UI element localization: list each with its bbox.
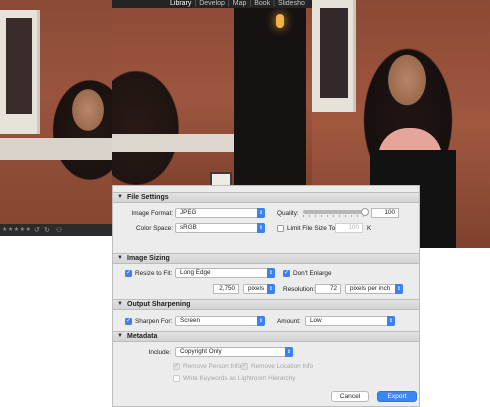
sharpen-for-value: Screen [180, 317, 200, 324]
module-separator: | [249, 0, 252, 7]
remove-location-info-checkbox[interactable]: ✓ [241, 363, 248, 370]
chevron-updown-icon: ⇕ [395, 284, 403, 294]
section-title: Metadata [127, 333, 158, 340]
section-title: File Settings [127, 194, 169, 201]
disclosure-triangle-icon[interactable]: ▼ [117, 194, 123, 200]
module-develop[interactable]: Develop [199, 0, 225, 8]
module-picker: Library | Develop | Map | Book | Slidesho [112, 0, 312, 8]
color-space-select[interactable]: sRGB ⇕ [175, 223, 265, 233]
module-separator: | [194, 0, 197, 7]
image-format-label: Image Format: [131, 210, 173, 217]
limit-file-size-checkbox[interactable] [277, 225, 284, 232]
resolution-unit-select[interactable]: pixels per inch ⇕ [345, 284, 403, 294]
size-unit-select[interactable]: pixels ⇕ [243, 284, 275, 294]
resize-to-fit-label: Resize to Fit: [135, 270, 173, 277]
photo-ledge [0, 138, 112, 160]
sharpen-for-label: Sharpen For: [135, 318, 173, 325]
resize-to-fit-value: Long Edge [180, 269, 211, 276]
section-title: Image Sizing [127, 255, 170, 262]
section-title: Output Sharpening [127, 301, 191, 308]
module-map[interactable]: Map [233, 0, 247, 8]
amount-select[interactable]: Low ⇕ [305, 316, 395, 326]
chevron-updown-icon: ⇕ [267, 268, 275, 278]
module-slideshow[interactable]: Slidesho [278, 0, 305, 8]
photo-window-glass [320, 8, 348, 98]
remove-location-info-label: Remove Location Info [251, 363, 314, 370]
resolution-unit-value: pixels per inch [350, 285, 391, 292]
photo-doorway [234, 8, 306, 188]
chevron-updown-icon: ⇕ [387, 316, 395, 326]
photo-ledge [112, 134, 234, 152]
sharpen-for-checkbox[interactable]: ✓ [125, 318, 132, 325]
photo-left [0, 0, 112, 236]
amount-value: Low [310, 317, 322, 324]
cancel-button[interactable]: Cancel [331, 391, 369, 402]
resize-to-fit-select[interactable]: Long Edge ⇕ [175, 268, 275, 278]
dont-enlarge-checkbox[interactable]: ✓ [283, 270, 290, 277]
export-button[interactable]: Export [377, 391, 417, 402]
quality-slider[interactable] [303, 210, 365, 214]
module-separator: | [273, 0, 275, 7]
disclosure-triangle-icon[interactable]: ▼ [117, 333, 123, 339]
limit-file-size-field[interactable]: 100 [335, 223, 363, 233]
long-edge-size-field[interactable]: 2,750 [213, 284, 239, 294]
section-image-sizing-header[interactable]: ▼ Image Sizing [113, 253, 419, 264]
include-value: Copyright Only [180, 348, 222, 355]
module-separator: | [227, 0, 230, 7]
limit-file-size-unit: K [367, 225, 372, 232]
chevron-updown-icon: ⇕ [285, 347, 293, 357]
disclosure-triangle-icon[interactable]: ▼ [117, 301, 123, 307]
compare-icon[interactable]: ⚇ [56, 226, 62, 234]
section-output-sharpening-header[interactable]: ▼ Output Sharpening [113, 299, 419, 310]
write-keywords-label: Write Keywords as Lightroom Hierarchy [183, 375, 296, 382]
image-format-select[interactable]: JPEG ⇕ [175, 208, 265, 218]
remove-person-info-checkbox[interactable]: ✓ [173, 363, 180, 370]
amount-label: Amount: [277, 318, 301, 325]
chevron-updown-icon: ⇕ [257, 316, 265, 326]
section-file-settings-header[interactable]: ▼ File Settings [113, 192, 419, 203]
quality-slider-fill [303, 210, 365, 214]
color-space-value: sRGB [180, 224, 197, 231]
color-space-label: Color Space: [136, 225, 173, 232]
rating-stars[interactable]: ★★★★★ [2, 226, 31, 233]
limit-file-size-label: Limit File Size To: [287, 225, 337, 232]
quality-label: Quality: [277, 210, 299, 217]
rotate-right-icon[interactable]: ↻ [44, 226, 50, 234]
chevron-updown-icon: ⇕ [257, 208, 265, 218]
chevron-updown-icon: ⇕ [257, 223, 265, 233]
include-select[interactable]: Copyright Only ⇕ [175, 347, 293, 357]
write-keywords-checkbox[interactable] [173, 375, 180, 382]
section-metadata-header[interactable]: ▼ Metadata [113, 331, 419, 342]
export-dialog: ▼ File Settings Image Format: JPEG ⇕ Qua… [112, 185, 420, 407]
module-book[interactable]: Book [254, 0, 270, 8]
size-unit-value: pixels [248, 285, 265, 292]
photo-window-glass [6, 18, 32, 114]
quality-slider-knob[interactable] [361, 208, 369, 216]
resize-to-fit-checkbox[interactable]: ✓ [125, 270, 132, 277]
sharpen-for-select[interactable]: Screen ⇕ [175, 316, 265, 326]
module-library[interactable]: Library [170, 0, 191, 8]
include-label: Include: [148, 349, 171, 356]
filmstrip-toolbar: ★★★★★ ↺ ↻ ⚇ [0, 224, 112, 236]
photo-lamp [276, 14, 284, 28]
chevron-updown-icon: ⇕ [267, 284, 275, 294]
quality-field[interactable]: 100 [371, 208, 399, 218]
quality-slider-ticks [303, 215, 365, 217]
resolution-field[interactable]: 72 [315, 284, 341, 294]
rotate-left-icon[interactable]: ↺ [34, 226, 40, 234]
disclosure-triangle-icon[interactable]: ▼ [117, 255, 123, 261]
image-format-value: JPEG [180, 209, 197, 216]
photo-center [112, 8, 312, 192]
dont-enlarge-label: Don't Enlarge [293, 270, 332, 277]
remove-person-info-label: Remove Person Info [183, 363, 242, 370]
resolution-label: Resolution: [283, 286, 315, 293]
